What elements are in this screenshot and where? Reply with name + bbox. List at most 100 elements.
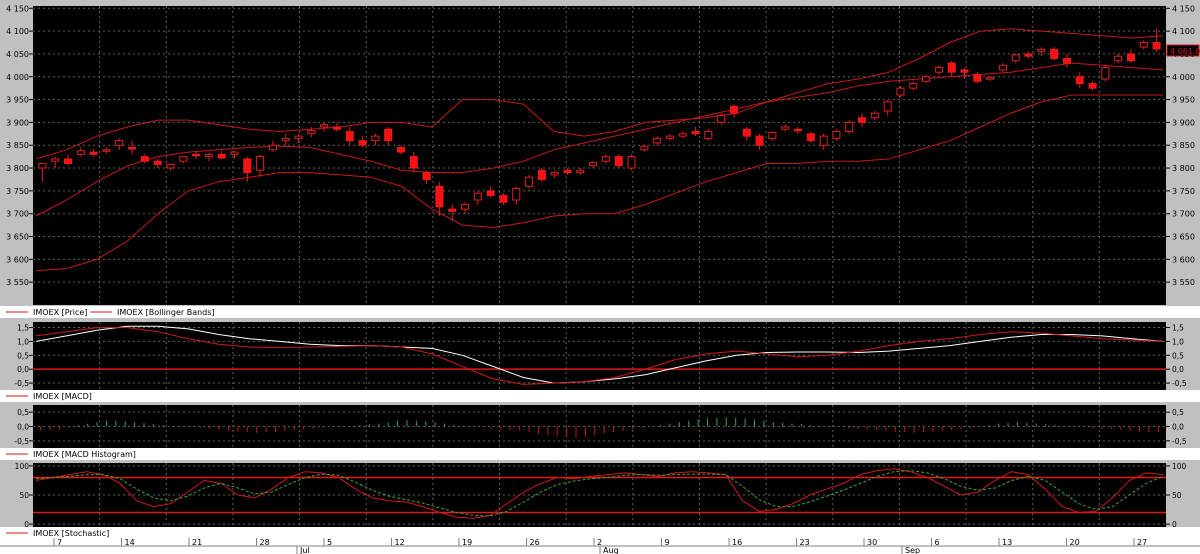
y-tick-label-right: 100 xyxy=(1172,462,1187,471)
time-axis[interactable]: 7 14 21 28 5 12 19 26 2 9 16 23 30 6 13 20 27 Jul Aug Sep xyxy=(0,538,1200,554)
candle-body xyxy=(486,190,495,196)
candle-body xyxy=(742,128,751,137)
candle-body xyxy=(307,130,316,135)
y-tick-label-right: 1,5 xyxy=(1172,324,1184,333)
candle-body xyxy=(461,204,470,210)
candle-body xyxy=(896,87,905,96)
y-tick-label-right: 4 000 xyxy=(1172,73,1195,82)
candle-body xyxy=(128,147,137,150)
candle-body xyxy=(179,156,188,162)
candle-body xyxy=(320,124,329,128)
candle-body xyxy=(358,140,367,146)
y-tick-label-left: -0,5 xyxy=(14,379,29,388)
candle-body xyxy=(102,149,111,152)
candle-body xyxy=(691,131,700,135)
candle-body xyxy=(448,208,457,212)
y-tick-label-right: 0,5 xyxy=(1172,408,1184,417)
candle-body xyxy=(1062,57,1071,64)
y-tick-label-left: 3 950 xyxy=(6,96,29,105)
y-tick-label-right: 4 150 xyxy=(1172,4,1195,13)
y-tick-label-left: 0,0 xyxy=(17,365,29,374)
day-label: 20 xyxy=(1070,538,1080,547)
day-label: 5 xyxy=(327,538,332,547)
price-panel: 3 550 3 550 3 600 3 600 3 650 3 650 3 700 3 700… xyxy=(6,4,1200,305)
y-tick-label-left: -0,5 xyxy=(14,437,29,446)
y-tick-label-left: 0,5 xyxy=(17,408,29,417)
y-tick-label-right: 1,0 xyxy=(1172,337,1184,346)
candle-body xyxy=(627,156,636,169)
day-label: 27 xyxy=(1137,538,1147,547)
y-tick-label-right: 0,0 xyxy=(1172,423,1184,432)
candle-body xyxy=(38,162,47,169)
candle-body xyxy=(1050,48,1059,59)
candle-body xyxy=(665,135,674,139)
month-label: Sep xyxy=(905,546,920,554)
last-price-marker[interactable]: 4 061,02 xyxy=(1166,44,1200,57)
y-tick-label-right: 50 xyxy=(1172,491,1182,500)
candle-body xyxy=(678,133,687,137)
candle-body xyxy=(1011,54,1020,62)
y-tick-label-left: 4 150 xyxy=(6,4,29,13)
y-tick-label-right: 3 750 xyxy=(1172,187,1195,196)
day-label: 6 xyxy=(935,538,940,547)
y-tick-label-right: 0,5 xyxy=(1172,351,1184,360)
y-tick-label-left: 4 050 xyxy=(6,50,29,59)
y-tick-label-left: 0,5 xyxy=(17,351,29,360)
candle-body xyxy=(601,156,610,162)
y-tick-label-left: 3 700 xyxy=(6,210,29,219)
candle-body xyxy=(563,169,572,174)
y-tick-label-left: 3 850 xyxy=(6,141,29,150)
y-tick-label-left: 1,5 xyxy=(17,324,29,333)
y-tick-label-right: -0,5 xyxy=(1172,437,1187,446)
candle-body xyxy=(1075,76,1084,85)
candle-body xyxy=(192,153,201,157)
candle-body xyxy=(1037,48,1046,53)
y-tick-label-right: 3 900 xyxy=(1172,118,1195,127)
candle-body xyxy=(832,131,841,139)
candle-body xyxy=(51,158,60,162)
stochastic-panel: 100 10050 500 0 xyxy=(15,462,1187,529)
candle-body xyxy=(858,117,867,123)
candle-body xyxy=(243,158,252,174)
candle-body xyxy=(256,156,265,171)
candle-body xyxy=(998,64,1007,71)
candle-body xyxy=(435,185,444,208)
candle-body xyxy=(909,83,918,89)
candle-body xyxy=(806,133,815,142)
candle-body xyxy=(1114,55,1123,62)
macd-panel: 1,5 1,5 1,0 1,0 0,5 0,5 0,0 0,0 -0,5 -0,5 xyxy=(14,322,1187,390)
candle-body xyxy=(576,169,585,174)
y-tick-label-right: 3 550 xyxy=(1172,278,1195,287)
candle-body xyxy=(166,163,175,169)
y-tick-label-right: 3 850 xyxy=(1172,141,1195,150)
candle-body xyxy=(268,144,277,151)
day-label: 28 xyxy=(260,538,270,547)
candle-body xyxy=(217,153,226,159)
y-tick-label-left: 3 650 xyxy=(6,233,29,242)
y-tick-label-left: 3 750 xyxy=(6,187,29,196)
candle-body xyxy=(204,153,213,158)
candle-body xyxy=(781,126,790,130)
y-tick-label-left: 3 800 xyxy=(6,164,29,173)
y-tick-label-right: -0,5 xyxy=(1172,379,1187,388)
price-plot-area xyxy=(33,6,1166,305)
stochastic-legend: IMOEX [Stochastic] xyxy=(0,527,1200,538)
y-tick-label-left: 0,0 xyxy=(17,423,29,432)
candle-body xyxy=(1126,53,1136,62)
histogram-legend: IMOEX [MACD Histogram] xyxy=(0,448,1200,460)
day-label: 21 xyxy=(192,538,202,547)
candle-body xyxy=(614,156,623,167)
y-tick-label-right: 3 800 xyxy=(1172,164,1195,173)
candle-body xyxy=(1139,42,1148,48)
day-label: 23 xyxy=(800,538,810,547)
y-tick-label-left: 4 000 xyxy=(6,73,29,82)
candle-body xyxy=(653,137,662,144)
trading-chart: 3 550 3 550 3 600 3 600 3 650 3 650 3 700 3 700… xyxy=(0,0,1200,554)
legend-macd-histogram: IMOEX [MACD Histogram] xyxy=(33,450,136,459)
candle-body xyxy=(1101,67,1110,80)
candle-body xyxy=(115,140,124,146)
candle-body xyxy=(1152,42,1161,50)
y-tick-label-left: 3 600 xyxy=(6,255,29,264)
candle-body xyxy=(281,137,290,142)
candle-body xyxy=(230,151,239,155)
